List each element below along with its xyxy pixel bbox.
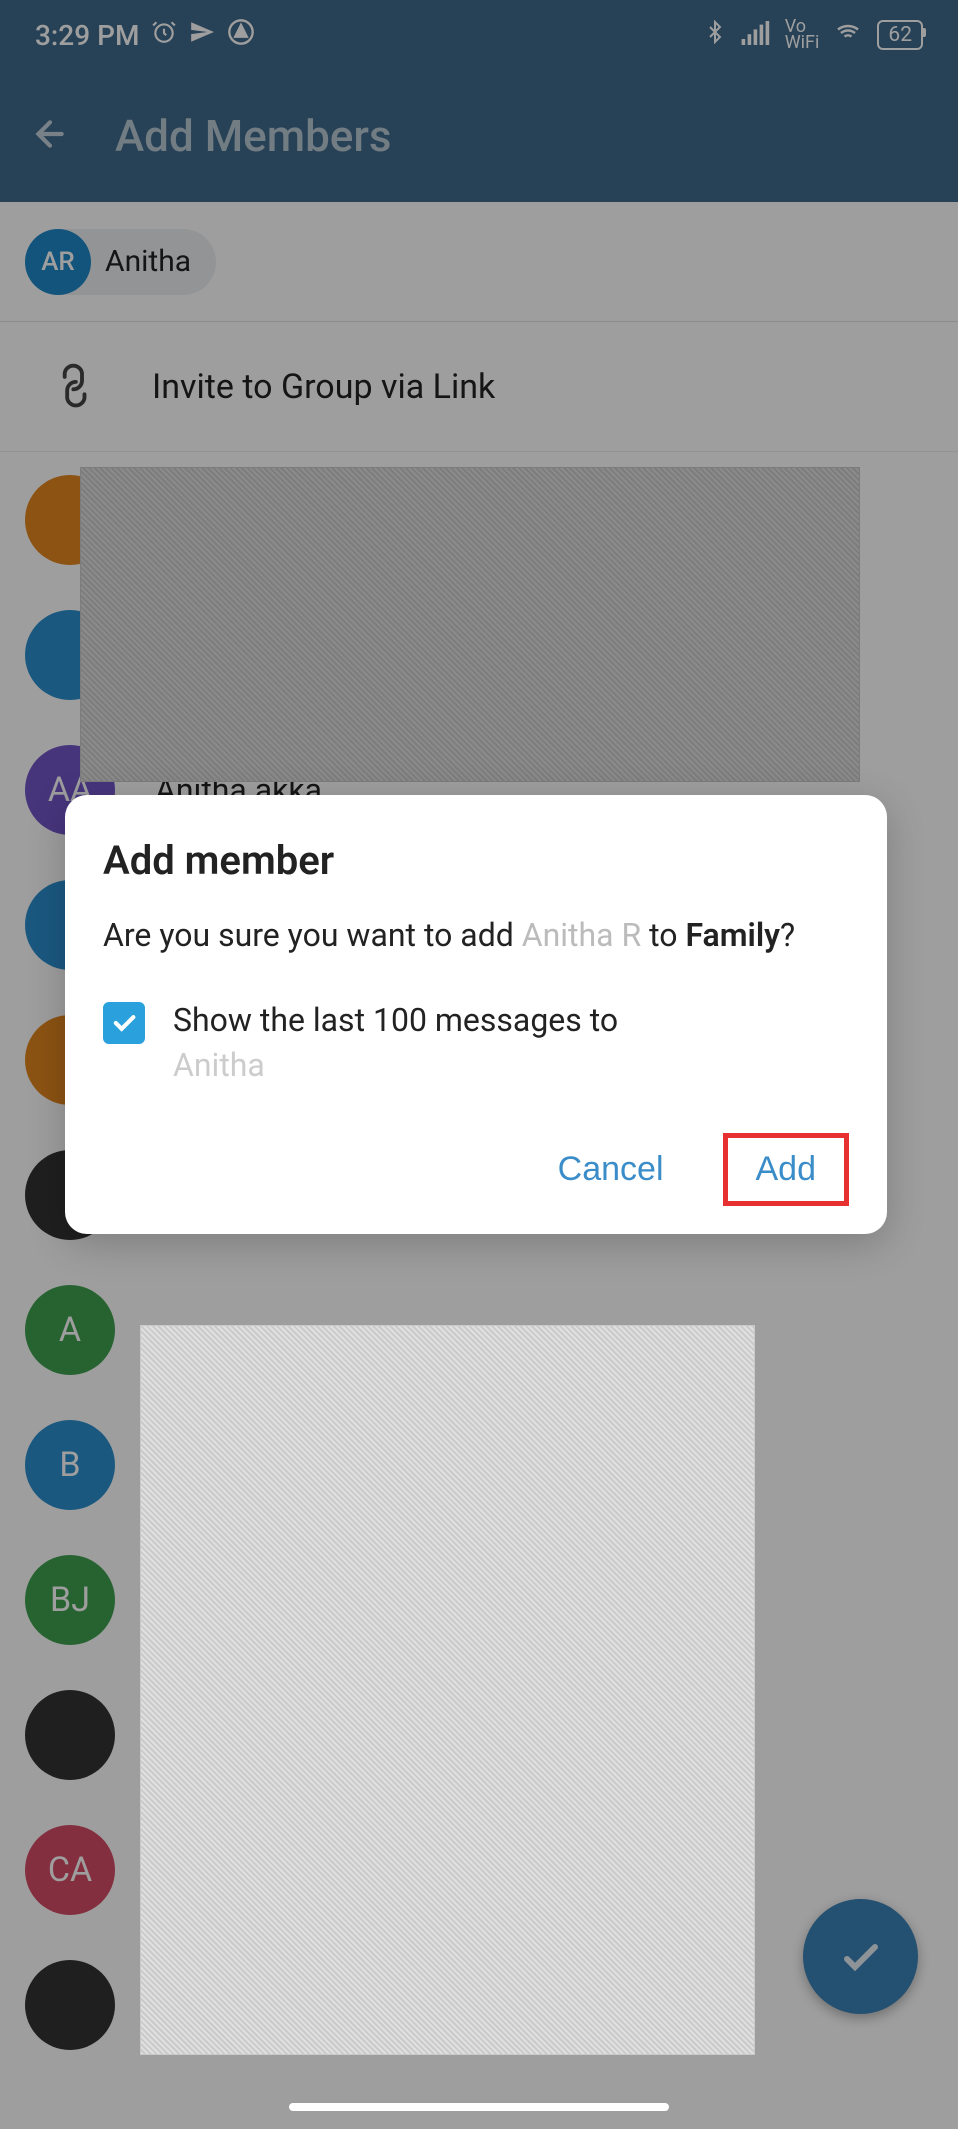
show-history-checkbox[interactable] <box>103 1002 145 1044</box>
checkbox-member-name: Anitha <box>173 1046 265 1084</box>
home-indicator[interactable] <box>289 2103 669 2111</box>
checkbox-text: Show the last 100 messages to <box>173 1001 618 1039</box>
dialog-member-name: Anitha R <box>522 916 641 954</box>
dialog-group-name: Family <box>685 916 780 954</box>
dialog-actions: Cancel Add <box>103 1133 849 1206</box>
show-history-row[interactable]: Show the last 100 messages to Anitha <box>103 998 849 1088</box>
add-member-dialog: Add member Are you sure you want to add … <box>65 795 887 1234</box>
dialog-text: ? <box>780 916 795 954</box>
add-button[interactable]: Add <box>723 1133 850 1206</box>
dialog-title: Add member <box>103 837 849 884</box>
checkbox-label: Show the last 100 messages to Anitha <box>173 998 618 1088</box>
redacted-region <box>140 1325 755 2055</box>
dialog-text: to <box>641 916 685 954</box>
dialog-body: Are you sure you want to add Anitha R to… <box>103 912 849 958</box>
dialog-text: Are you sure you want to add <box>103 916 522 954</box>
cancel-button[interactable]: Cancel <box>534 1134 688 1205</box>
